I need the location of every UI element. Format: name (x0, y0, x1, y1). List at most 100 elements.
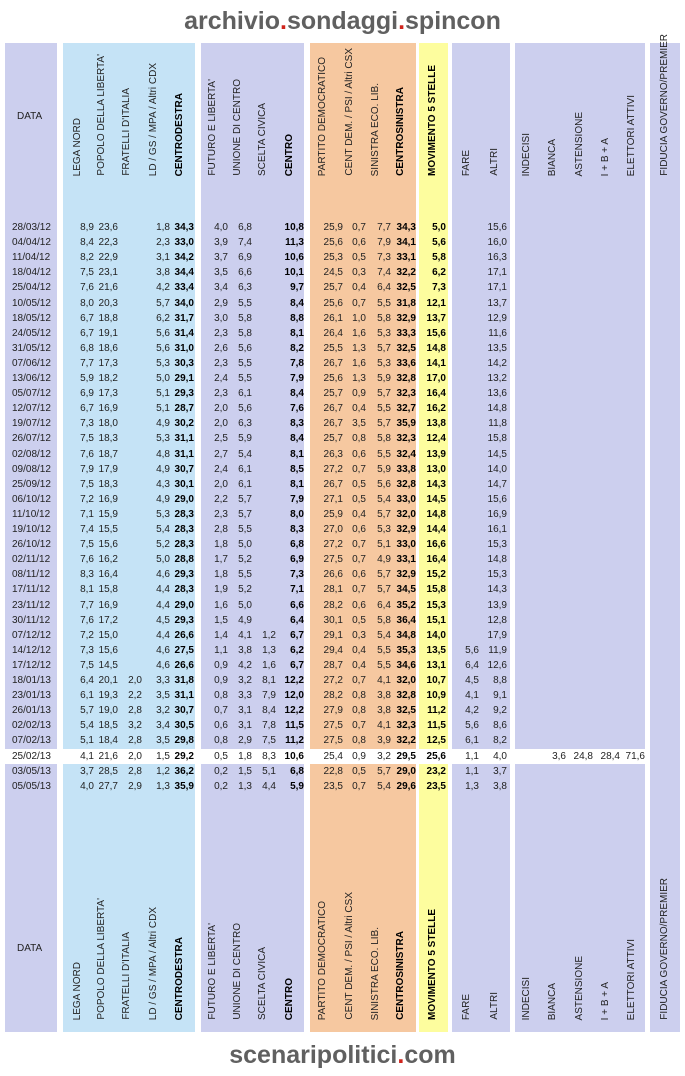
table-cell: 2,4 (214, 373, 228, 384)
table-cell: 32,9 (396, 569, 416, 581)
table-cell: 6,7 (290, 659, 304, 671)
table-cell: 15,5 (98, 524, 118, 535)
table-cell: 3,2 (238, 675, 252, 686)
table-cell: 32,8 (396, 690, 416, 702)
table-cell: 15,8 (487, 433, 507, 445)
table-cell: 1,0 (352, 312, 366, 324)
table-cell: 2,8 (128, 735, 142, 747)
table-cell: 12,1 (426, 297, 446, 309)
table-cell: 4,4 (156, 584, 170, 596)
table-cell: 5,6 (377, 478, 391, 490)
table-cell: 14,5 (426, 493, 446, 505)
table-cell: 27,5 (174, 644, 194, 656)
table-cell: 5,5 (377, 448, 391, 460)
table-cell: 14,8 (426, 508, 446, 520)
table-cell: 1,8 (238, 750, 252, 762)
header-fare: FARE (461, 149, 472, 176)
header-partito-democratico-bottom: PARTITO DEMOCRATICO (317, 900, 328, 1020)
header-unione-di-centro: UNIONE DI CENTRO (232, 79, 243, 176)
row-date: 17/11/12 (12, 584, 51, 596)
table-cell: 5,1 (377, 539, 391, 551)
table-cell: 14,7 (487, 478, 507, 490)
table-cell: 2,9 (214, 297, 228, 309)
table-cell: 6,6 (290, 599, 304, 611)
table-cell: 7,7 (80, 599, 94, 611)
table-cell: 32,3 (396, 720, 416, 732)
table-cell: 25,6 (323, 237, 343, 249)
table-cell: 33,3 (396, 327, 416, 339)
table-cell: 21,6 (98, 750, 118, 762)
table-cell: 5,0 (156, 373, 170, 384)
table-cell: 13,8 (426, 418, 446, 430)
table-cell: 30,2 (174, 418, 194, 430)
table-cell: 5,5 (238, 524, 252, 535)
table-cell: 4,6 (156, 644, 170, 656)
table-cell: 6,7 (80, 312, 94, 324)
table-cell: 5,7 (377, 388, 391, 400)
table-cell: 16,3 (487, 252, 507, 264)
table-cell: 24,5 (323, 267, 343, 279)
table-cell: 5,4 (238, 448, 252, 460)
table-cell: 30,3 (174, 357, 194, 369)
table-cell: 3,2 (128, 720, 142, 732)
table-cell: 35,9 (174, 780, 194, 792)
table-cell: 8,1 (290, 448, 304, 460)
table-cell: 5,6 (432, 237, 446, 249)
table-cell: 5,3 (377, 327, 391, 339)
row-date: 05/07/12 (12, 388, 51, 400)
row-date: 07/02/13 (12, 735, 51, 747)
table-cell: 8,1 (262, 675, 276, 686)
table-cell: 5,1 (156, 388, 170, 400)
table-cell: 29,3 (174, 569, 194, 581)
header-scelta-civica: SCELTA CIVICA (257, 103, 268, 176)
table-cell: 16,2 (426, 403, 446, 415)
table-cell: 1,3 (238, 780, 252, 792)
table-cell: 7,5 (80, 478, 94, 490)
table-cell: 8,2 (493, 735, 507, 747)
table-cell: 0,6 (352, 237, 366, 249)
table-cell: 27,2 (323, 539, 343, 551)
table-cell: 16,9 (487, 508, 507, 520)
table-cell: 25,6 (323, 373, 343, 384)
table-cell: 6,3 (238, 282, 252, 294)
table-cell: 7,8 (290, 357, 304, 369)
table-cell: 27,2 (323, 675, 343, 686)
table-cell: 5,6 (238, 342, 252, 354)
table-cell: 15,9 (98, 508, 118, 520)
table-cell: 4,3 (156, 478, 170, 490)
table-cell: 7,6 (290, 403, 304, 415)
table-cell: 4,0 (493, 750, 507, 762)
table-cell: 10,9 (426, 690, 446, 702)
table-cell: 5,7 (377, 569, 391, 581)
table-cell: 5,8 (238, 312, 252, 324)
table-cell: 5,0 (238, 599, 252, 611)
table-cell: 7,4 (80, 524, 94, 535)
table-cell: 4,9 (156, 463, 170, 475)
table-cell: 3,1 (238, 720, 252, 732)
table-cell: 27,2 (323, 463, 343, 475)
table-cell: 5,6 (465, 720, 479, 732)
table-cell: 14,8 (487, 554, 507, 566)
table-cell: 4,6 (156, 659, 170, 671)
table-cell: 5,0 (238, 539, 252, 551)
table-cell: 8,4 (290, 433, 304, 445)
header-popolo-della-liberta-bottom: POPOLO DELLA LIBERTA' (96, 898, 107, 1020)
header-centrodestra-bottom: CENTRODESTRA (174, 936, 185, 1020)
table-cell: 5,4 (377, 493, 391, 505)
table-cell: 11,5 (427, 720, 446, 732)
table-cell: 28,3 (174, 584, 194, 596)
table-cell: 2,5 (214, 433, 228, 445)
row-date: 02/02/13 (12, 720, 51, 732)
table-cell: 5,5 (377, 644, 391, 656)
table-cell: 16,4 (426, 554, 446, 566)
table-cell: 5,9 (377, 373, 391, 384)
table-cell: 0,4 (352, 282, 366, 294)
table-cell: 32,5 (396, 342, 416, 354)
table-cell: 1,2 (156, 765, 170, 777)
header-astensione: ASTENSIONE (574, 111, 585, 176)
row-date: 26/01/13 (12, 705, 51, 717)
table-cell: 17,0 (426, 373, 446, 384)
table-cell: 7,5 (80, 659, 94, 671)
table-cell: 15,3 (426, 599, 446, 611)
table-cell: 8,1 (290, 478, 304, 490)
